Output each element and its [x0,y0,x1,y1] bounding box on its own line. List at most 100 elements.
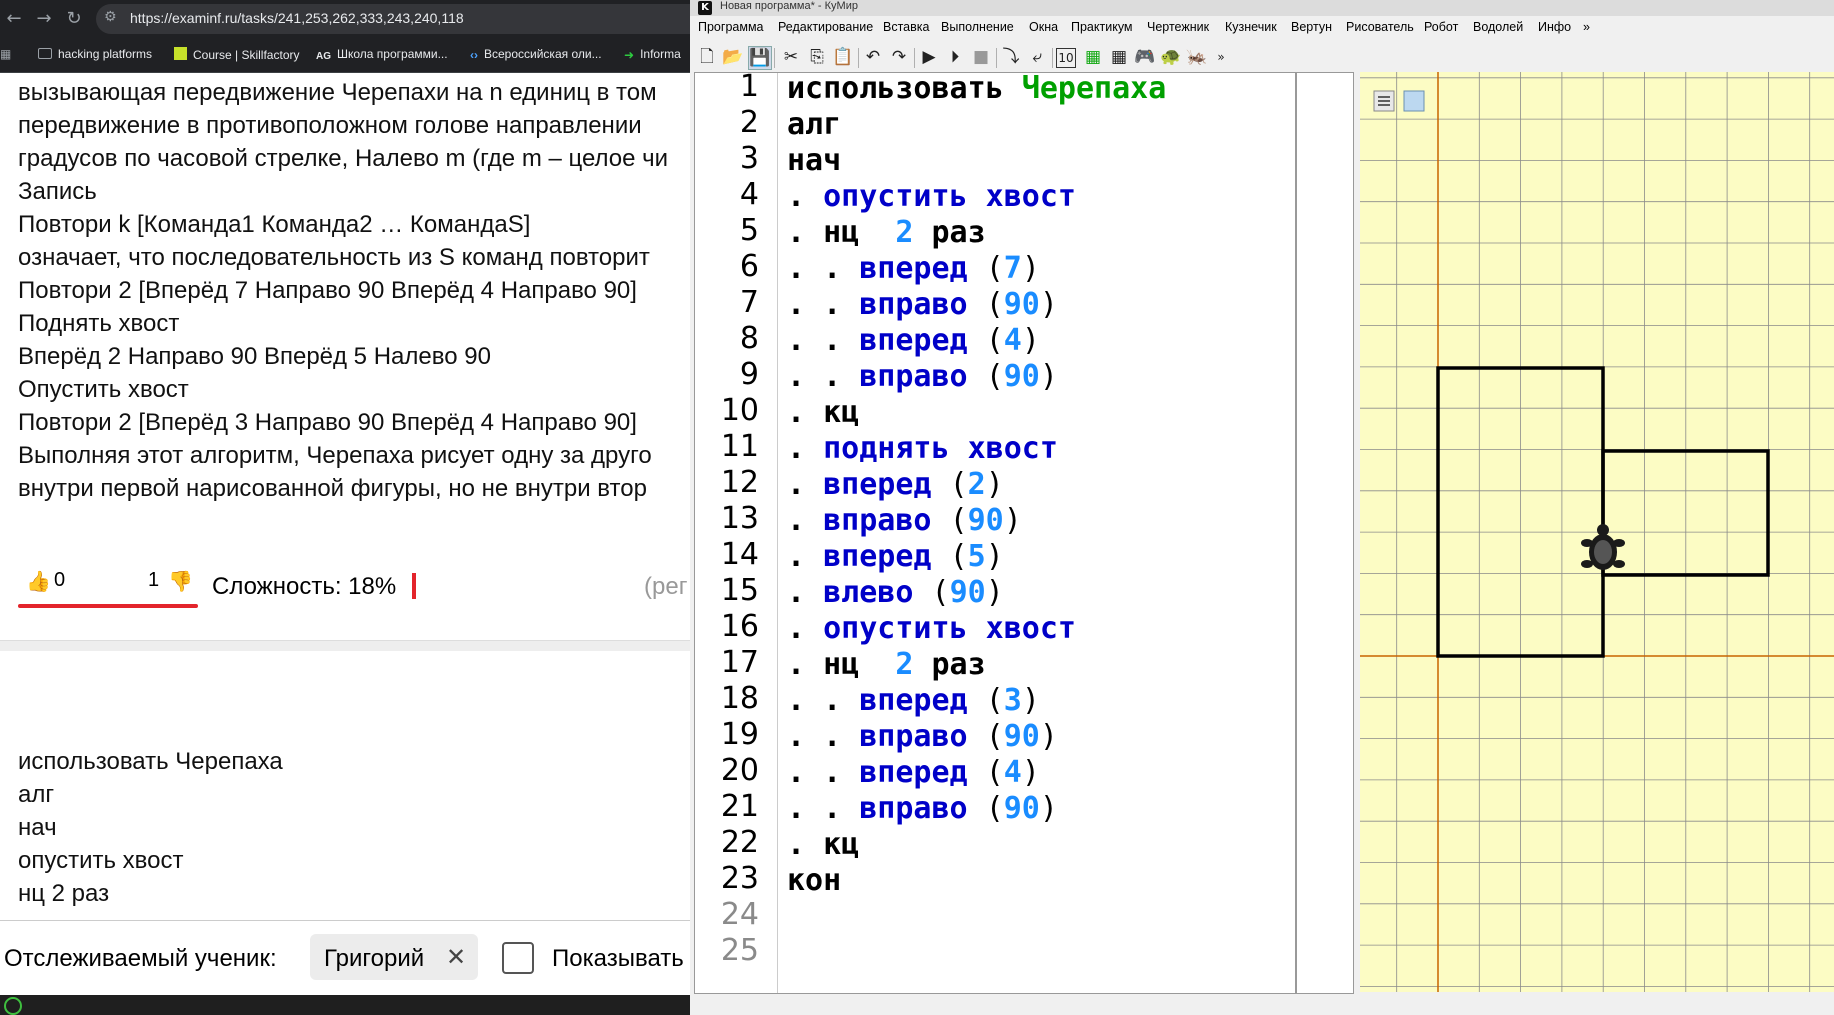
code-line-13: . вправо (90) [787,503,1022,538]
step-run-icon[interactable]: ⏵ [944,46,966,68]
site-settings-icon[interactable]: ⚙ [104,9,117,25]
undo-icon[interactable]: ↶ [862,46,884,68]
folder-icon [38,48,52,59]
line-number: 21 [720,789,759,824]
save-icon[interactable]: 💾 [748,46,772,70]
code-line-15: . влево (90) [787,575,1004,610]
step-into-icon[interactable]: ⤶ [1026,46,1048,68]
task-line: Повтори k [Команда1 Команда2 … КомандаS] [18,211,531,238]
task-line: внутри первой нарисованной фигуры, но не… [18,475,647,502]
menu-run[interactable]: Выполнение [941,20,1014,34]
line-number: 19 [720,717,759,752]
code-line-21: . . вправо (90) [787,791,1058,826]
code-line-23: кон [787,863,842,898]
thumbs-up-icon[interactable]: 👍 [26,569,51,593]
bookmark-school[interactable]: AG Школа программи... [316,47,448,63]
remove-icon[interactable]: ✕ [446,943,466,971]
canvas-menu-icon[interactable] [1373,90,1395,112]
line-number: 9 [739,357,759,392]
back-icon[interactable]: ← [2,7,26,31]
task-line: Вперёд 2 Направо 90 Вперёд 5 Налево 90 [18,343,491,370]
line-number: 14 [720,537,759,572]
toolbar-separator [858,48,859,68]
line-number: 16 [720,609,759,644]
console-icon[interactable]: 10 [1056,48,1076,68]
grid-green-icon[interactable]: ▦ [1082,46,1104,68]
bookmark-informatics[interactable]: ➜ Informa [624,47,681,62]
task-line: Поднять хвост [18,310,180,337]
menu-painter[interactable]: Рисователь [1346,20,1414,34]
cut-icon[interactable]: ✂ [780,46,802,68]
line-number: 1 [739,72,759,104]
code-line-14: . вперед (5) [787,539,1004,574]
turtle-icon[interactable]: 🐢 [1160,46,1182,68]
menu-insert[interactable]: Вставка [883,20,929,34]
url-text[interactable]: https://examinf.ru/tasks/241,253,262,333… [130,10,464,26]
turtle-canvas[interactable] [1360,72,1834,992]
menu-grasshopper[interactable]: Кузнечик [1225,20,1277,34]
code-line-3: нач [787,143,842,178]
menu-robot[interactable]: Робот [1424,20,1458,34]
toolbar-more-icon[interactable]: » [1210,46,1232,68]
code-line-12: . вперед (2) [787,467,1004,502]
menu-practicum[interactable]: Практикум [1071,20,1133,34]
line-number: 13 [720,501,759,536]
code-line-22: . кц [787,827,860,862]
code-line-16: . опустить хвост [787,611,1076,646]
menu-info[interactable]: Инфо [1538,20,1571,34]
stop-icon[interactable]: ■ [970,46,992,68]
skillfactory-icon [174,47,187,60]
line-number: 15 [720,573,759,608]
code-editor[interactable]: 1 2 3 4 5 6 7 8 9 10 11 12 13 14 15 16 1… [694,72,1354,994]
toolbar-separator [996,48,997,68]
solution-line: опустить хвост [18,847,184,874]
solution-line: алг [18,781,55,808]
student-tracker: Отслеживаемый ученик: Григорий ✕ Показыв… [0,920,690,996]
copy-icon[interactable]: ⎘ [806,46,828,68]
menu-drawer[interactable]: Чертежник [1147,20,1209,34]
student-chip[interactable]: Григорий ✕ [310,934,478,980]
turtle-panel [1356,72,1834,992]
apps-icon[interactable]: ▦ [0,47,11,61]
task-line: Выполняя этот алгоритм, Черепаха рисует … [18,442,652,469]
thumbs-down-icon[interactable]: 👎 [168,569,193,593]
bookmark-skillfactory[interactable]: Course | Skillfactory [174,47,299,62]
code-line-18: . . вперед (3) [787,683,1040,718]
step-over-icon[interactable]: ⤵ [1000,46,1022,68]
code-line-9: . . вправо (90) [787,359,1058,394]
code-line-20: . . вперед (4) [787,755,1040,790]
menu-vodoley[interactable]: Водолей [1473,20,1523,34]
line-number: 18 [720,681,759,716]
line-number: 12 [720,465,759,500]
task-line: означает, что последовательность из S ко… [18,244,650,271]
menu-program[interactable]: Программа [698,20,764,34]
line-number: 7 [739,285,759,320]
line-number: 4 [739,177,759,212]
line-number: 8 [739,321,759,356]
rating-bar-fill [18,604,198,608]
forward-icon[interactable]: → [32,7,56,31]
grasshopper-icon[interactable]: 🦗 [1186,46,1208,68]
run-icon[interactable]: ▶ [918,46,940,68]
line-number: 3 [739,141,759,176]
robot-field-icon[interactable]: ▦ [1108,46,1130,68]
redo-icon[interactable]: ↷ [888,46,910,68]
menu-more[interactable]: » [1583,20,1590,34]
gamepad-icon[interactable]: 🎮 [1134,46,1156,68]
new-file-icon[interactable]: 🗋 [696,46,718,68]
difficulty-extra: (рег [644,573,688,600]
reload-icon[interactable]: ↻ [62,7,86,31]
line-number: 24 [720,897,759,932]
paste-icon[interactable]: 📋 [832,46,854,68]
menu-windows[interactable]: Окна [1029,20,1058,34]
bookmark-olympiad[interactable]: ‹› Всероссийская оли... [470,47,602,62]
difficulty-indicator [412,573,416,599]
menu-edit[interactable]: Редактирование [778,20,873,34]
start-icon[interactable] [4,997,22,1015]
open-folder-icon[interactable]: 📂 [722,46,744,68]
menu-turner[interactable]: Вертун [1291,20,1332,34]
bookmark-hacking-platforms[interactable]: hacking platforms [38,47,152,61]
show-checkbox[interactable] [502,942,534,974]
line-number: 11 [720,429,759,464]
canvas-view-icon[interactable] [1403,90,1425,112]
